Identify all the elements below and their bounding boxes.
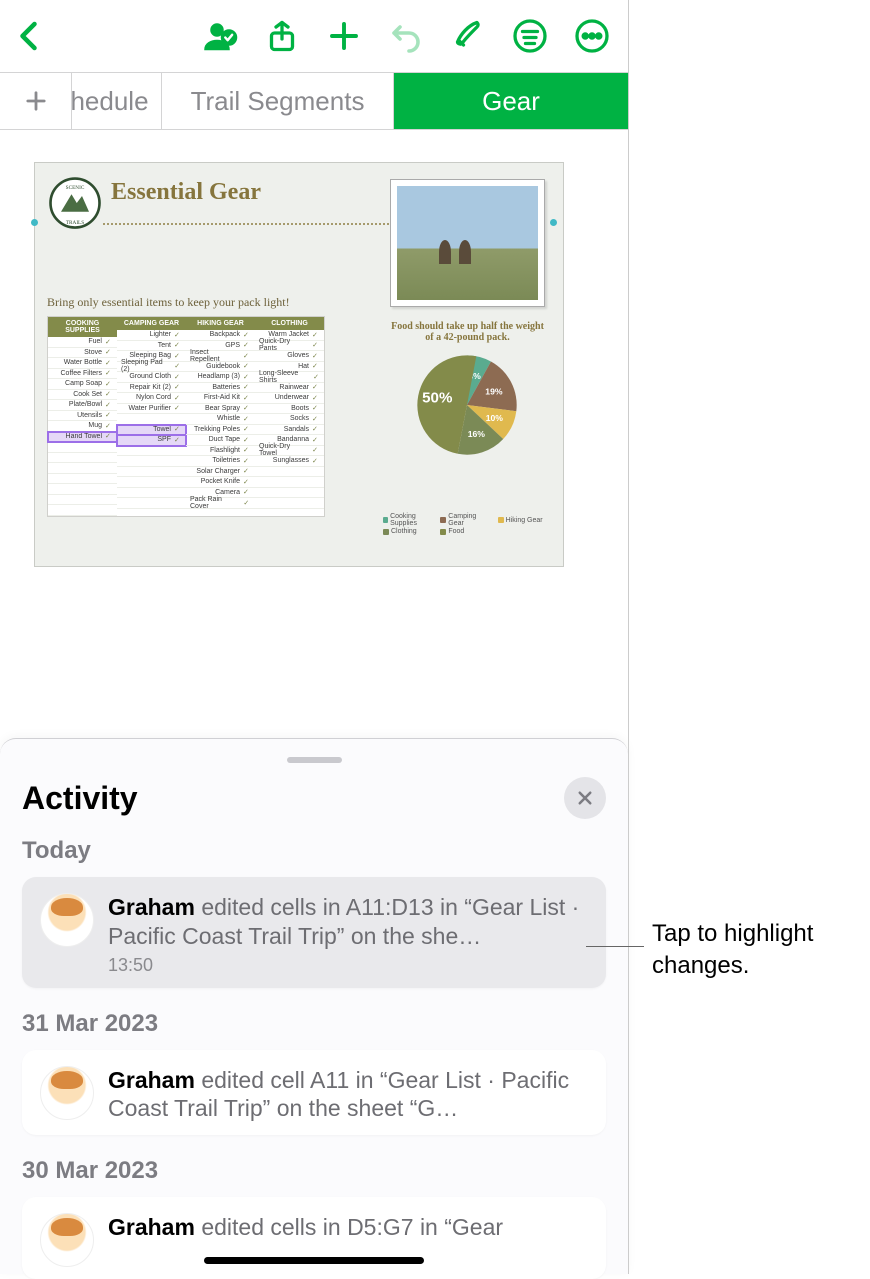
app-window: hedule Trail Segments Gear SCENICTRAILS … <box>0 0 628 1274</box>
tab-trail-segments[interactable]: Trail Segments <box>162 73 394 129</box>
svg-text:SCENIC: SCENIC <box>66 185 85 191</box>
activity-group-label: 30 Mar 2023 <box>22 1157 606 1185</box>
tab-schedule[interactable]: hedule <box>72 73 162 129</box>
svg-text:19%: 19% <box>485 387 503 397</box>
tab-gear[interactable]: Gear <box>394 73 628 129</box>
organize-icon[interactable] <box>512 18 548 54</box>
photo-caption: Food should take up half the weight of a… <box>390 321 545 343</box>
callout-line <box>586 946 644 947</box>
svg-text:TRAILS: TRAILS <box>66 220 84 226</box>
pie-chart[interactable]: 8%19%10%16%50% <box>413 351 521 459</box>
selection-handle-icon[interactable] <box>31 219 38 226</box>
add-sheet-button[interactable] <box>0 73 72 129</box>
gear-table[interactable]: COOKING SUPPLIESFuelStoveWater BottleCof… <box>47 316 325 517</box>
avatar <box>40 893 94 947</box>
selection-handle-icon[interactable] <box>550 219 557 226</box>
undo-icon <box>388 18 424 54</box>
callout-text: Tap to highlight changes. <box>652 918 852 983</box>
activity-group-label: Today <box>22 837 606 865</box>
share-icon[interactable] <box>264 18 300 54</box>
activity-entry[interactable]: Graham edited cell A11 in “Gear List · P… <box>22 1050 606 1136</box>
more-icon[interactable] <box>574 18 610 54</box>
svg-text:10%: 10% <box>486 413 504 423</box>
chart-legend: Cooking SuppliesCamping GearHiking GearC… <box>383 513 551 535</box>
activity-group-label: 31 Mar 2023 <box>22 1010 606 1038</box>
trails-logo-icon: SCENIC TRAILS <box>47 175 103 231</box>
back-icon[interactable] <box>12 18 48 54</box>
home-indicator[interactable] <box>204 1257 424 1264</box>
activity-entry-text: Graham edited cells in D5:G7 in “Gear <box>108 1213 586 1242</box>
svg-text:16%: 16% <box>468 429 486 439</box>
collaborate-icon[interactable] <box>202 18 238 54</box>
annotation-area <box>628 0 870 1274</box>
activity-entry[interactable]: Graham edited cells in A11:D13 in “Gear … <box>22 877 606 988</box>
close-button[interactable] <box>564 777 606 819</box>
avatar <box>40 1213 94 1267</box>
svg-text:50%: 50% <box>422 390 453 407</box>
activity-entry[interactable]: Graham edited cells in D5:G7 in “Gear <box>22 1197 606 1279</box>
activity-entry-time: 13:50 <box>108 955 586 976</box>
gear-sheet-card: SCENICTRAILS Essential Gear Bring only e… <box>34 162 564 567</box>
avatar <box>40 1066 94 1120</box>
panel-grabber[interactable] <box>287 757 342 763</box>
toolbar-cluster <box>202 18 620 54</box>
add-icon[interactable] <box>326 18 362 54</box>
format-brush-icon[interactable] <box>450 18 486 54</box>
toolbar <box>0 0 628 72</box>
divider <box>103 223 413 225</box>
sheet-tab-bar: hedule Trail Segments Gear <box>0 72 628 130</box>
activity-entry-text: Graham edited cell A11 in “Gear List · P… <box>108 1066 586 1124</box>
activity-panel: Activity Today Graham edited cells in A11… <box>0 738 628 1274</box>
activity-entry-text: Graham edited cells in A11:D13 in “Gear … <box>108 893 586 951</box>
activity-title: Activity <box>22 780 138 817</box>
hikers-photo <box>390 179 545 307</box>
sheet-title: Essential Gear <box>111 175 261 206</box>
